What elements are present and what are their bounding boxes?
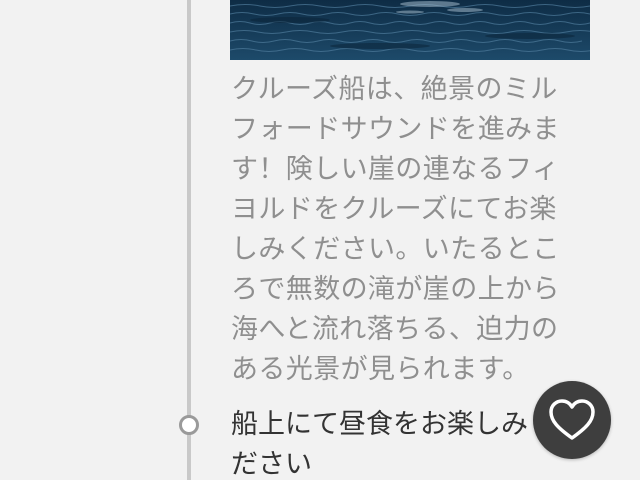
itinerary-item-title[interactable]: 船上にて昼食をお楽しみください <box>231 405 561 480</box>
timeline-dot <box>179 415 199 435</box>
entry-description: クルーズ船は、絶景のミルフォードサウンドを進みます！険しい崖の連なるフィヨルドを… <box>231 74 560 385</box>
itinerary-page: クルーズ船は、絶景のミルフォードサウンドを進みます！険しい崖の連なるフィヨルドを… <box>0 0 640 480</box>
cruise-photo <box>230 0 590 60</box>
favorite-button[interactable] <box>533 381 611 459</box>
timeline-line <box>187 0 191 480</box>
heart-icon <box>549 399 595 440</box>
sea-water-image <box>230 0 590 60</box>
